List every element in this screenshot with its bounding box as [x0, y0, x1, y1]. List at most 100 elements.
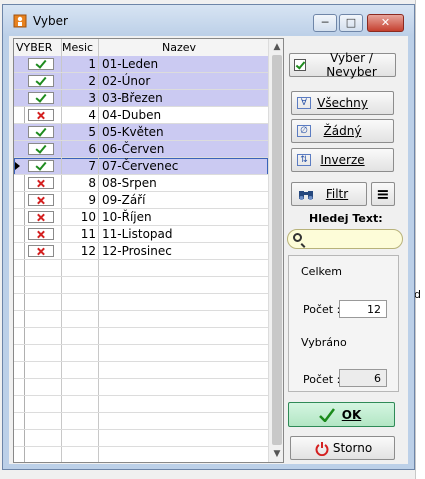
- storno-button[interactable]: Storno: [290, 436, 395, 460]
- column-header-mesic[interactable]: Mesic: [62, 41, 93, 54]
- filtr-button[interactable]: Filtr: [291, 182, 367, 206]
- select-checkbox[interactable]: [28, 177, 54, 189]
- zadny-label: Žádný: [323, 124, 362, 138]
- table-row[interactable]: 5 05-Květen: [14, 124, 268, 141]
- grid-line: [14, 344, 268, 345]
- ok-button[interactable]: OK: [288, 402, 395, 427]
- vertical-scrollbar[interactable]: ▲ ▼: [268, 39, 283, 462]
- table-row[interactable]: 2 02-Únor: [14, 73, 268, 90]
- select-checkbox[interactable]: [28, 194, 54, 206]
- inverze-button[interactable]: ⇅ Inverze: [291, 148, 394, 172]
- menu-button[interactable]: ≡: [371, 182, 395, 206]
- scroll-down-icon[interactable]: ▼: [269, 446, 283, 462]
- grid-line: [14, 446, 268, 447]
- select-checkbox[interactable]: [28, 245, 54, 257]
- grid-line: [14, 72, 268, 73]
- table-row[interactable]: 8 08-Srpen: [14, 175, 268, 192]
- filtr-label: Filtr: [325, 187, 349, 201]
- month-number: 12: [80, 244, 96, 258]
- vyber-nevyber-label: Vyber / Nevyber: [326, 51, 377, 79]
- column-header-nazev[interactable]: Nazev: [162, 41, 196, 54]
- grid-line: [14, 89, 268, 90]
- scrollbar-thumb[interactable]: [272, 55, 282, 445]
- grid-line: [14, 174, 268, 175]
- month-name: 05-Květen: [102, 125, 164, 139]
- select-checkbox[interactable]: [28, 228, 54, 240]
- zadny-button[interactable]: ∅ Žádný: [291, 119, 394, 143]
- vybrano-pocet-value: 6: [339, 369, 387, 387]
- grid-line: [14, 361, 268, 362]
- select-checkbox[interactable]: [28, 143, 54, 155]
- grid-line: [14, 123, 268, 124]
- select-checkbox[interactable]: [28, 126, 54, 138]
- month-name: 03-Březen: [102, 91, 163, 105]
- column-divider: [98, 39, 99, 462]
- select-checkbox[interactable]: [28, 75, 54, 87]
- month-number: 10: [80, 210, 96, 224]
- vsechny-button[interactable]: ∀ Všechny: [291, 91, 394, 115]
- table-row[interactable]: 3 03-Březen: [14, 90, 268, 107]
- table-row[interactable]: 10 10-Říjen: [14, 209, 268, 226]
- ok-label: OK: [341, 407, 362, 422]
- window-title: Vyber: [33, 14, 68, 28]
- month-name: 08-Srpen: [102, 176, 157, 190]
- month-name: 02-Únor: [102, 74, 151, 88]
- month-number: 2: [88, 74, 96, 88]
- select-checkbox[interactable]: [28, 109, 54, 121]
- grid-line: [14, 208, 268, 209]
- grid-line: [14, 378, 268, 379]
- month-name: 09-Září: [102, 193, 146, 207]
- grid-line: [14, 259, 268, 260]
- grid-header: VYBER Mesic Nazev: [14, 39, 268, 57]
- month-number: 1: [88, 57, 96, 71]
- month-grid[interactable]: VYBER Mesic Nazev 1 01-Leden 2 02-Únor 3 03-B…: [13, 38, 284, 463]
- search-field[interactable]: [287, 229, 403, 249]
- grid-line: [14, 276, 268, 277]
- month-name: 04-Duben: [102, 108, 162, 122]
- table-row[interactable]: 11 11-Listopad: [14, 226, 268, 243]
- month-number: 5: [88, 125, 96, 139]
- vsechny-label: Všechny: [317, 96, 368, 110]
- table-row[interactable]: 4 04-Duben: [14, 107, 268, 124]
- table-row[interactable]: 12 12-Prosinec: [14, 243, 268, 260]
- title-bar[interactable]: Vyber ─ □ ✕: [3, 5, 414, 35]
- month-name: 11-Listopad: [102, 227, 173, 241]
- scroll-up-icon[interactable]: ▲: [269, 39, 283, 55]
- checkbox-icon: [294, 59, 306, 71]
- table-row[interactable]: 1 01-Leden: [14, 56, 268, 73]
- search-icon: [293, 233, 302, 242]
- grid-line: [14, 140, 268, 141]
- grid-line: [14, 242, 268, 243]
- month-number: 11: [80, 227, 96, 241]
- celkem-label: Celkem: [301, 265, 342, 278]
- column-divider: [61, 39, 62, 462]
- grid-line: [14, 157, 268, 158]
- month-name: 10-Říjen: [102, 210, 152, 224]
- celkem-pocet-label: Počet :: [303, 303, 341, 316]
- grid-line: [14, 412, 268, 413]
- maximize-button[interactable]: □: [339, 14, 363, 32]
- select-checkbox[interactable]: [28, 58, 54, 70]
- month-number: 4: [88, 108, 96, 122]
- celkem-pocet-value: 12: [339, 300, 387, 318]
- month-number: 6: [88, 142, 96, 156]
- menu-icon: ≡: [376, 184, 390, 204]
- select-checkbox[interactable]: [28, 211, 54, 223]
- grid-line: [14, 429, 268, 430]
- column-header-vyber[interactable]: VYBER: [16, 41, 52, 54]
- table-row[interactable]: 6 06-Červen: [14, 141, 268, 158]
- table-row[interactable]: 7 07-Červenec: [14, 158, 268, 175]
- vyber-nevyber-button[interactable]: Vyber / Nevyber: [289, 51, 396, 79]
- close-button[interactable]: ✕: [367, 14, 404, 32]
- month-number: 7: [88, 159, 96, 173]
- minimize-button[interactable]: ─: [313, 14, 337, 32]
- table-row[interactable]: 9 09-Září: [14, 192, 268, 209]
- month-number: 8: [88, 176, 96, 190]
- vybrano-pocet-label: Počet :: [303, 373, 341, 386]
- select-checkbox[interactable]: [28, 160, 54, 172]
- month-number: 9: [88, 193, 96, 207]
- grid-line: [14, 327, 268, 328]
- month-name: 06-Červen: [102, 142, 165, 156]
- select-checkbox[interactable]: [28, 92, 54, 104]
- grid-line: [14, 191, 268, 192]
